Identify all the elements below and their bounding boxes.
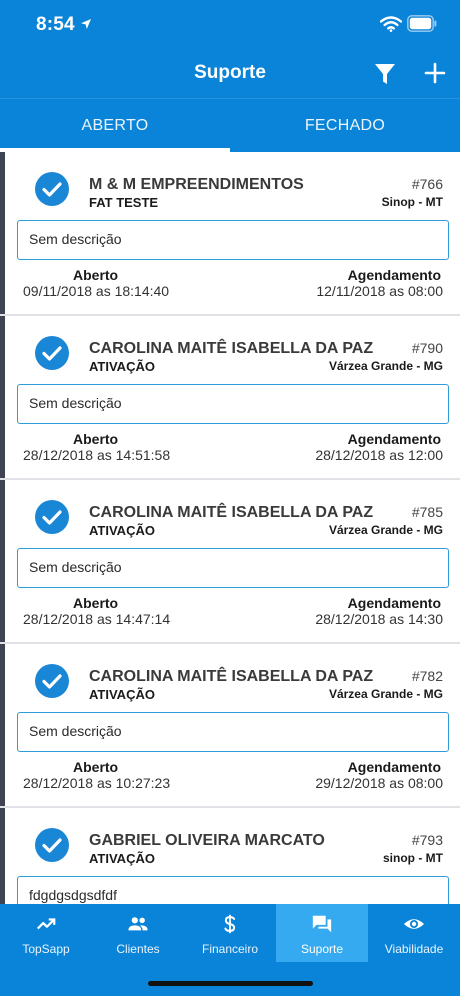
battery-icon [407, 15, 437, 32]
ticket-description[interactable]: fdgdgsdgsdfdf [17, 876, 449, 904]
trending-up-icon [36, 918, 56, 930]
opened-label: Aberto [73, 759, 119, 775]
check-circle-icon [35, 336, 69, 370]
ticket-client-name: CAROLINA MAITÊ ISABELLA DA PAZ [89, 504, 374, 521]
nav-item-suporte[interactable]: Suporte [276, 904, 368, 962]
nav-item-financeiro[interactable]: Financeiro [184, 904, 276, 962]
scheduled-date: 12/11/2018 as 08:00 [316, 283, 443, 299]
filter-icon[interactable] [373, 62, 397, 86]
ticket-city: Várzea Grande - MG [328, 523, 443, 537]
nav-bar: Suporte [0, 50, 460, 98]
nav-label: Financeiro [201, 942, 259, 956]
nav-label: Suporte [300, 942, 344, 956]
app-header: 8:54 Suporte ABERTO FECHADO [0, 0, 460, 152]
ticket-type: FAT TESTE [89, 195, 159, 210]
opened-label: Aberto [73, 431, 119, 447]
check-circle-icon [35, 172, 69, 206]
scheduled-date: 28/12/2018 as 12:00 [315, 447, 443, 463]
ticket-card[interactable]: GABRIEL OLIVEIRA MARCATO ATIVAÇÃO #793 s… [0, 808, 460, 904]
ticket-type: ATIVAÇÃO [89, 523, 155, 538]
nav-item-topsapp[interactable]: TopSapp [0, 904, 92, 962]
status-bar: 8:54 [0, 0, 460, 50]
chat-icon [312, 915, 332, 933]
ticket-city: Várzea Grande - MG [328, 687, 443, 701]
scheduled-date: 28/12/2018 as 14:30 [315, 611, 443, 627]
opened-date: 28/12/2018 as 14:51:58 [23, 447, 171, 463]
ticket-type: ATIVAÇÃO [89, 687, 155, 702]
home-indicator [148, 981, 313, 986]
status-time: 8:54 [36, 14, 75, 35]
scheduled-label: Agendamento [347, 595, 441, 611]
ticket-number: #793 [411, 832, 443, 848]
ticket-list[interactable]: M & M EMPREENDIMENTOS FAT TESTE #766 Sin… [0, 152, 460, 904]
scheduled-label: Agendamento [347, 267, 441, 283]
nav-item-viabilidade[interactable]: Viabilidade [368, 904, 460, 962]
ticket-card[interactable]: CAROLINA MAITÊ ISABELLA DA PAZ ATIVAÇÃO … [0, 644, 460, 806]
ticket-number: #766 [411, 176, 443, 192]
nav-label: Clientes [116, 942, 160, 956]
check-circle-icon [35, 828, 69, 862]
nav-label: TopSapp [22, 942, 70, 956]
dollar-icon [224, 914, 236, 934]
ticket-card[interactable]: CAROLINA MAITÊ ISABELLA DA PAZ ATIVAÇÃO … [0, 316, 460, 478]
tab-bar: ABERTO FECHADO [0, 98, 460, 152]
ticket-type: ATIVAÇÃO [89, 359, 155, 374]
ticket-client-name: GABRIEL OLIVEIRA MARCATO [89, 832, 325, 849]
opened-date: 28/12/2018 as 10:27:23 [23, 775, 171, 791]
ticket-description[interactable]: Sem descrição [17, 548, 449, 588]
ticket-card[interactable]: CAROLINA MAITÊ ISABELLA DA PAZ ATIVAÇÃO … [0, 480, 460, 642]
ticket-city: sinop - MT [383, 851, 443, 865]
scheduled-date: 29/12/2018 as 08:00 [315, 775, 443, 791]
opened-label: Aberto [73, 595, 119, 611]
ticket-city: Várzea Grande - MG [328, 359, 443, 373]
ticket-description[interactable]: Sem descrição [17, 384, 449, 424]
ticket-city: Sinop - MT [381, 195, 443, 209]
opened-label: Aberto [73, 267, 119, 283]
check-circle-icon [35, 500, 69, 534]
nav-item-clientes[interactable]: Clientes [92, 904, 184, 962]
tab-fechado[interactable]: FECHADO [230, 99, 460, 153]
scheduled-label: Agendamento [347, 431, 441, 447]
opened-date: 09/11/2018 as 18:14:40 [23, 283, 170, 299]
wifi-icon [380, 16, 402, 32]
scheduled-label: Agendamento [347, 759, 441, 775]
ticket-client-name: M & M EMPREENDIMENTOS [89, 176, 304, 193]
opened-date: 28/12/2018 as 14:47:14 [23, 611, 171, 627]
tab-aberto[interactable]: ABERTO [0, 99, 230, 153]
ticket-client-name: CAROLINA MAITÊ ISABELLA DA PAZ [89, 668, 374, 685]
ticket-description[interactable]: Sem descrição [17, 712, 449, 752]
ticket-type: ATIVAÇÃO [89, 851, 155, 866]
people-icon [128, 917, 148, 931]
ticket-description[interactable]: Sem descrição [17, 220, 449, 260]
check-circle-icon [35, 664, 69, 698]
ticket-number: #782 [411, 668, 443, 684]
location-arrow-icon [81, 19, 91, 29]
add-icon[interactable] [423, 61, 447, 85]
eye-icon [403, 919, 425, 929]
ticket-card[interactable]: M & M EMPREENDIMENTOS FAT TESTE #766 Sin… [0, 152, 460, 314]
ticket-number: #785 [411, 504, 443, 520]
ticket-client-name: CAROLINA MAITÊ ISABELLA DA PAZ [89, 340, 374, 357]
ticket-number: #790 [411, 340, 443, 356]
nav-label: Viabilidade [384, 942, 444, 956]
